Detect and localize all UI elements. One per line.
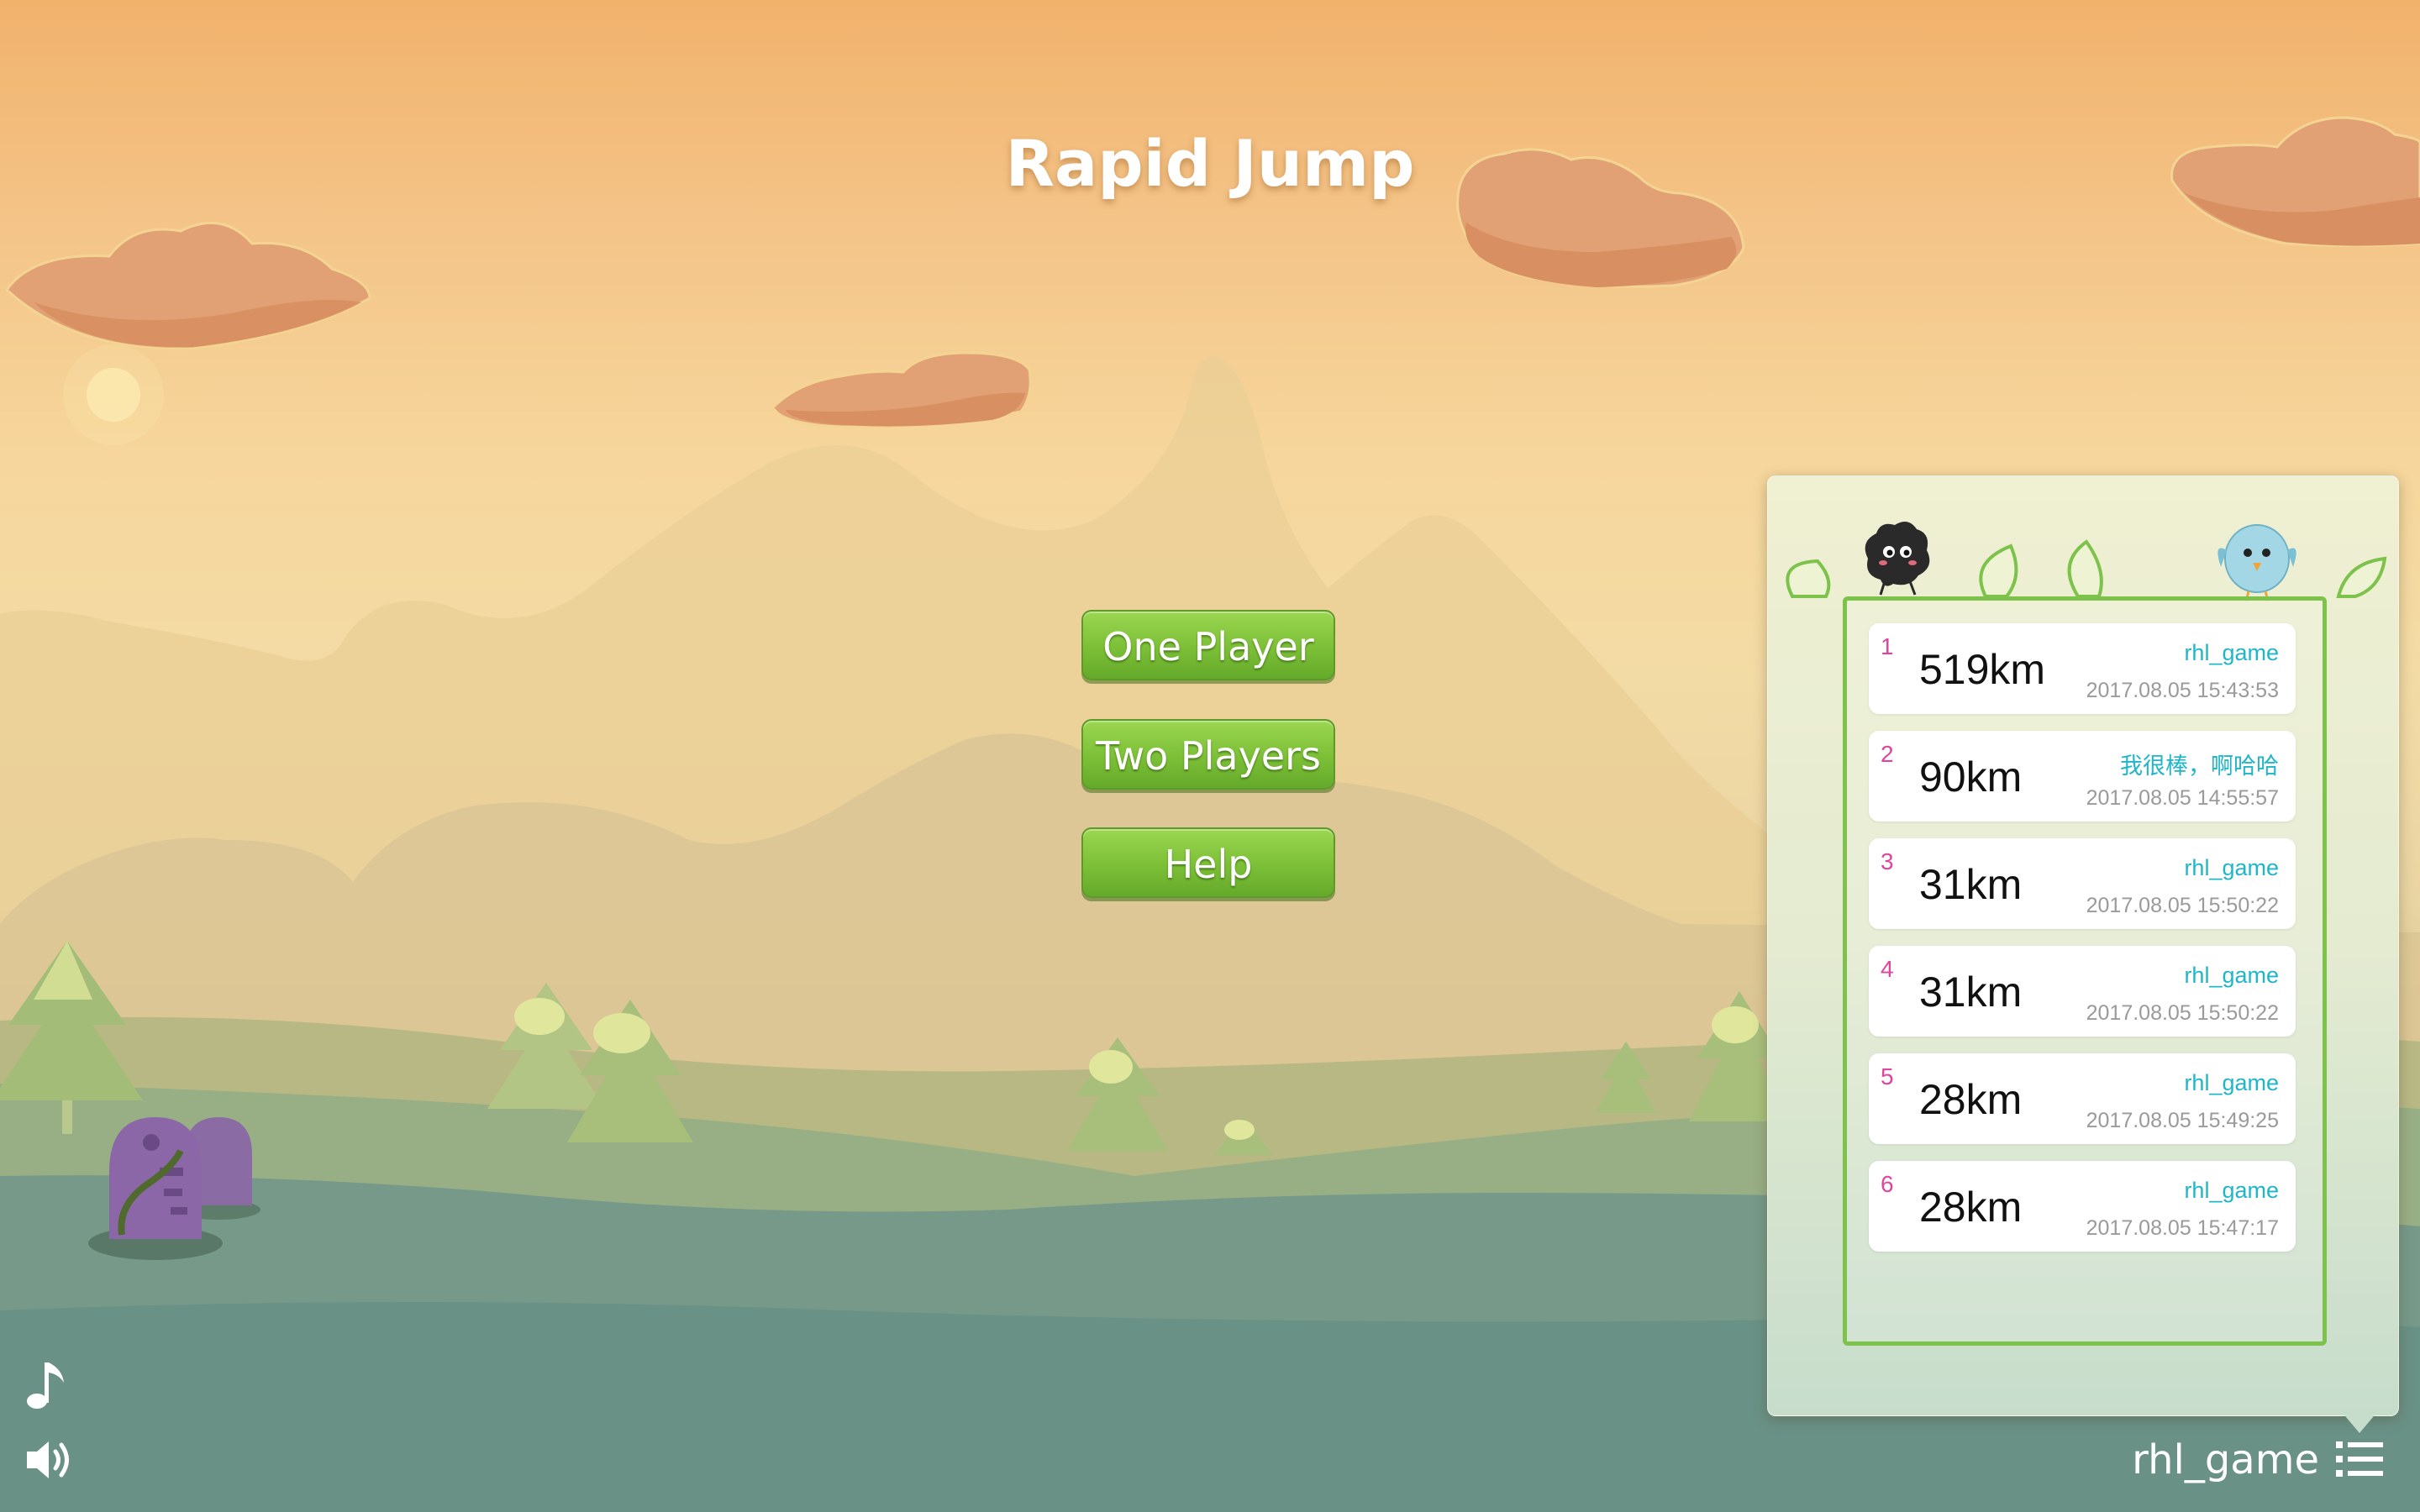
leaderboard-timestamp: 2017.08.05 15:50:22 [2086, 1001, 2279, 1025]
blue-bird-character [2217, 524, 2296, 601]
leaderboard-row: 5 28km rhl_game 2017.08.05 15:49:25 [1869, 1053, 2296, 1144]
leaderboard-rank: 1 [1881, 633, 1894, 659]
leaderboard-row: 1 519km rhl_game 2017.08.05 15:43:53 [1869, 623, 2296, 714]
leaderboard-distance: 31km [1919, 969, 2023, 1016]
leaderboard-rank: 5 [1881, 1063, 1894, 1089]
leaderboard-player-name: rhl_game [2184, 855, 2279, 880]
list-icon[interactable] [2334, 1438, 2385, 1480]
leaderboard-timestamp: 2017.08.05 15:49:25 [2086, 1109, 2279, 1132]
leaderboard-player-name: 我很棒，啊哈哈 [2120, 753, 2279, 779]
leaderboard-timestamp: 2017.08.05 15:43:53 [2086, 679, 2279, 702]
leaderboard-player-name: rhl_game [2184, 1070, 2279, 1095]
one-player-button[interactable]: One Player [1081, 610, 1335, 680]
leaderboard-rank: 6 [1881, 1171, 1894, 1197]
leaderboard-rank: 4 [1881, 956, 1894, 982]
music-note-icon[interactable] [25, 1359, 69, 1413]
leaderboard-distance: 90km [1919, 753, 2023, 801]
help-button[interactable]: Help [1081, 827, 1335, 898]
leaderboard-row: 6 28km rhl_game 2017.08.05 15:47:17 [1869, 1161, 2296, 1252]
leaderboard-rank: 2 [1881, 741, 1894, 767]
leaderboard-distance: 28km [1919, 1076, 2023, 1123]
two-players-button[interactable]: Two Players [1081, 719, 1335, 790]
game-screen: Rapid Jump One Player Two Players Help 1… [0, 0, 2420, 1512]
leaderboard-row: 2 90km 我很棒，啊哈哈 2017.08.05 14:55:57 [1869, 731, 2296, 822]
leaderboard-row: 4 31km rhl_game 2017.08.05 15:50:22 [1869, 946, 2296, 1037]
current-username: rhl_game [2132, 1436, 2319, 1483]
leaderboard-row: 3 31km rhl_game 2017.08.05 15:50:22 [1869, 838, 2296, 929]
leaderboard-player-name: rhl_game [2184, 963, 2279, 988]
game-title: Rapid Jump [1005, 126, 1415, 201]
leaderboard-timestamp: 2017.08.05 15:50:22 [2086, 894, 2279, 917]
black-fuzzball-character [1865, 522, 1930, 596]
leaderboard-pointer [2341, 1411, 2378, 1433]
leaderboard-player-name: rhl_game [2184, 640, 2279, 665]
leaderboard-distance: 28km [1919, 1184, 2023, 1231]
leaderboard-distance: 31km [1919, 861, 2023, 908]
leaderboard-distance: 519km [1919, 646, 2046, 693]
leaderboard-decoration [1786, 522, 2387, 601]
leaderboard-rank: 3 [1881, 848, 1894, 874]
leaderboard-player-name: rhl_game [2184, 1178, 2279, 1203]
leaderboard-timestamp: 2017.08.05 14:55:57 [2086, 786, 2279, 810]
speaker-icon[interactable] [24, 1436, 74, 1483]
leaderboard-timestamp: 2017.08.05 15:47:17 [2086, 1216, 2279, 1240]
